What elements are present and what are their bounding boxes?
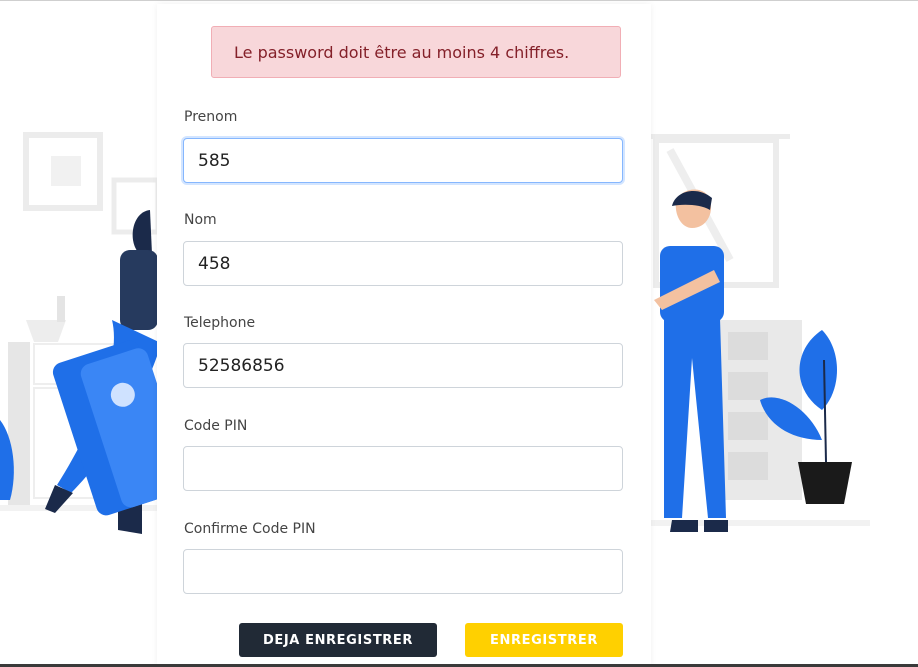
confirm-code-pin-label: Confirme Code PIN	[184, 521, 316, 537]
register-button[interactable]: ENREGISTRER	[465, 623, 623, 657]
already-registered-button[interactable]: DEJA ENREGISTRER	[239, 623, 437, 657]
telephone-input[interactable]	[183, 343, 623, 388]
nom-label: Nom	[184, 212, 217, 228]
nom-input[interactable]	[183, 241, 623, 286]
code-pin-input[interactable]	[183, 446, 623, 491]
confirm-code-pin-input[interactable]	[183, 549, 623, 594]
error-alert: Le password doit être au moins 4 chiffre…	[211, 26, 621, 78]
registration-form-card: Le password doit être au moins 4 chiffre…	[157, 4, 651, 667]
prenom-label: Prenom	[184, 109, 238, 125]
code-pin-label: Code PIN	[184, 418, 248, 434]
prenom-input[interactable]	[183, 138, 623, 183]
telephone-label: Telephone	[184, 315, 256, 331]
